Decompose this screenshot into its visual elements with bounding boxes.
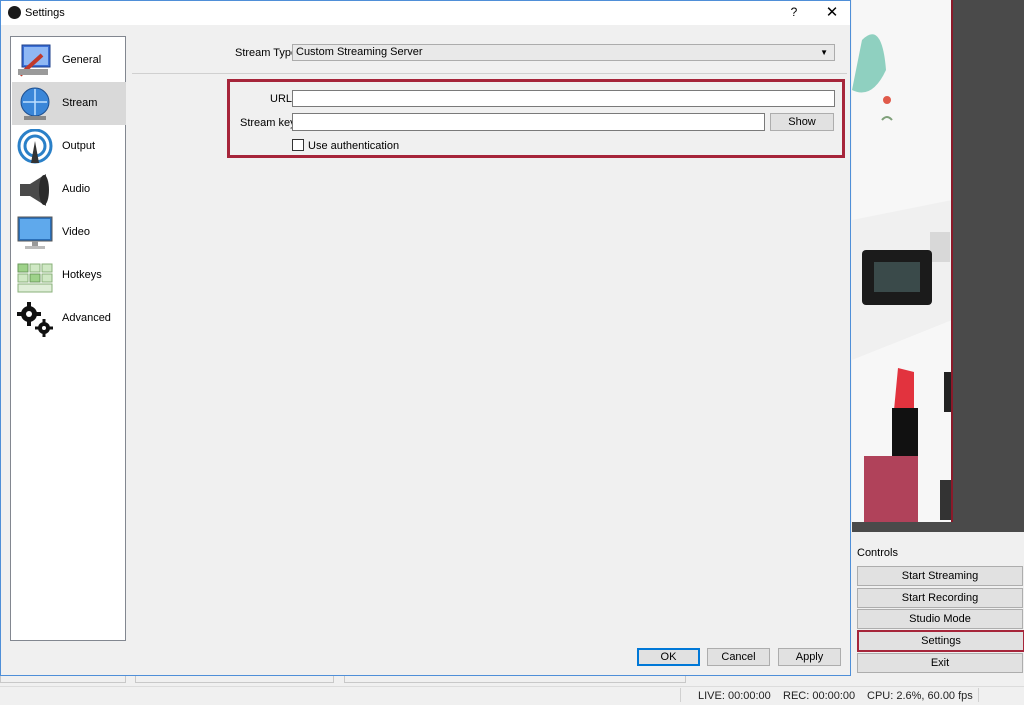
stream-key-label: Stream key — [240, 117, 296, 129]
live-time: LIVE: 00:00:00 — [698, 690, 771, 702]
use-authentication-checkbox[interactable] — [292, 139, 304, 151]
preview-image — [852, 0, 952, 522]
nav-item-general[interactable]: General — [12, 39, 126, 82]
ok-button[interactable]: OK — [637, 648, 700, 666]
rec-time: REC: 00:00:00 — [783, 690, 856, 702]
controls-title: Controls — [857, 547, 898, 559]
nav-label: Stream — [62, 97, 98, 109]
exit-button[interactable]: Exit — [857, 653, 1023, 673]
use-authentication-label[interactable]: Use authentication — [308, 140, 399, 152]
dock-tab[interactable] — [135, 676, 334, 683]
settings-dialog: Settings ? ✕ General Stream Output Audio… — [0, 0, 851, 676]
apply-button[interactable]: Apply — [778, 648, 841, 666]
nav-item-output[interactable]: Output — [12, 125, 126, 168]
nav-label: Advanced — [62, 312, 111, 324]
start-streaming-button[interactable]: Start Streaming — [857, 566, 1023, 586]
dock-tab[interactable] — [0, 676, 126, 683]
preview-border — [951, 0, 953, 522]
nav-item-advanced[interactable]: Advanced — [12, 297, 126, 340]
start-recording-button[interactable]: Start Recording — [857, 588, 1023, 608]
nav-item-hotkeys[interactable]: Hotkeys — [12, 254, 126, 297]
general-icon — [18, 44, 51, 77]
audio-icon — [20, 174, 49, 206]
settings-nav: General Stream Output Audio Video Hotkey… — [10, 36, 126, 641]
divider — [132, 73, 847, 74]
stream-key-input[interactable] — [292, 113, 765, 131]
advanced-icon — [17, 302, 53, 337]
nav-label: Hotkeys — [62, 269, 102, 281]
status-separator — [978, 688, 979, 702]
stream-type-label: Stream Type — [235, 47, 298, 59]
dialog-title: Settings — [25, 7, 65, 19]
url-input[interactable] — [292, 90, 835, 107]
nav-label: Video — [62, 226, 90, 238]
video-icon — [17, 216, 53, 249]
url-label: URL — [270, 93, 293, 105]
settings-button[interactable]: Settings — [857, 630, 1024, 652]
nav-item-video[interactable]: Video — [12, 211, 126, 254]
nav-item-stream[interactable]: Stream — [12, 82, 126, 125]
title-bar[interactable]: Settings ? ✕ — [1, 1, 850, 25]
show-key-button[interactable]: Show — [770, 113, 834, 131]
nav-label: General — [62, 54, 102, 66]
stream-type-value: Custom Streaming Server — [296, 46, 423, 58]
cancel-button[interactable]: Cancel — [707, 648, 770, 666]
dock-tab[interactable] — [344, 676, 686, 683]
close-button[interactable]: ✕ — [823, 4, 841, 22]
cpu-status: CPU: 2.6%, 60.00 fps — [867, 690, 973, 702]
stream-icon — [20, 87, 50, 120]
chevron-down-icon: ▼ — [820, 48, 828, 57]
studio-mode-button[interactable]: Studio Mode — [857, 609, 1023, 629]
status-separator — [680, 688, 681, 702]
stream-type-select[interactable]: Custom Streaming Server ▼ — [292, 44, 835, 61]
nav-label: Audio — [62, 183, 91, 195]
nav-item-audio[interactable]: Audio — [12, 168, 126, 211]
output-icon — [17, 129, 53, 164]
obs-logo-icon — [8, 6, 21, 19]
hotkeys-icon — [17, 263, 53, 293]
help-button[interactable]: ? — [787, 5, 801, 21]
nav-label: Output — [62, 140, 96, 152]
